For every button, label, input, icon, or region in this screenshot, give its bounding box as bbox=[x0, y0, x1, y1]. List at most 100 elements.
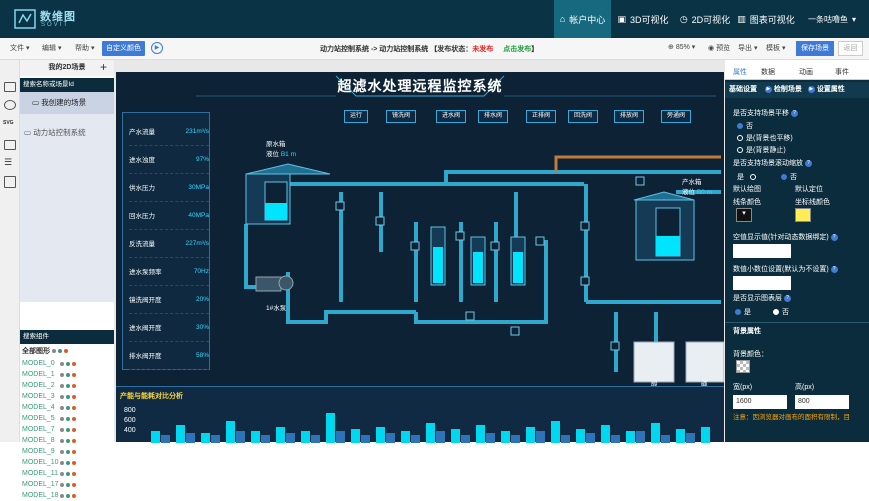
copy-icon[interactable] bbox=[4, 176, 16, 188]
pin-icon[interactable] bbox=[72, 383, 76, 388]
height-input[interactable]: 800 bbox=[795, 395, 849, 409]
preview-button[interactable]: ◉ 预览 bbox=[708, 43, 730, 53]
scada-scene[interactable]: 超滤水处理远程监控系统 产水流量 231m³/s 进水浊度 97% 供水压力 30MPa 回… bbox=[116, 72, 724, 443]
nav-chart-visualization[interactable]: ▥ 图表可视化 bbox=[735, 0, 797, 38]
pan-option-no[interactable]: 否 bbox=[737, 121, 753, 131]
zoom-select[interactable]: ⊕ 85% ▾ bbox=[668, 43, 695, 51]
pin-icon[interactable] bbox=[60, 383, 64, 388]
pan-option-bg-move[interactable]: 是(背景也平移) bbox=[737, 133, 793, 143]
pin-icon[interactable] bbox=[66, 372, 70, 377]
tab-properties[interactable]: 属性 bbox=[733, 67, 747, 77]
set-attr-link[interactable]: ▶ 设置属性 bbox=[807, 85, 845, 93]
zoom-option-yes[interactable]: 是 bbox=[737, 172, 759, 182]
pin-icon[interactable] bbox=[66, 460, 70, 465]
add-icon[interactable]: + bbox=[100, 60, 107, 74]
valve-button[interactable]: 旁通阀 bbox=[661, 110, 692, 123]
model-item[interactable]: MODEL_2 bbox=[22, 380, 112, 391]
pin-icon[interactable] bbox=[66, 471, 70, 476]
nav-2d-visualization[interactable]: ◷ 2D可视化 bbox=[675, 0, 735, 38]
play-icon[interactable]: ▶ bbox=[151, 42, 163, 54]
valve-button[interactable]: 进水阀 bbox=[436, 110, 467, 123]
model-item[interactable]: MODEL_8 bbox=[22, 435, 112, 446]
custom-color-button[interactable]: 自定义颜色 bbox=[102, 41, 145, 56]
template-menu[interactable]: 模板 ▾ bbox=[766, 43, 785, 53]
nav-account-center[interactable]: ⌂ 帐户中心 bbox=[554, 0, 611, 38]
pin-icon[interactable] bbox=[72, 460, 76, 465]
pin-icon[interactable] bbox=[60, 427, 64, 432]
pin-icon[interactable] bbox=[60, 460, 64, 465]
pin-icon[interactable] bbox=[72, 449, 76, 454]
pin-icon[interactable] bbox=[72, 471, 76, 476]
valve-button[interactable]: 镜洗阀 bbox=[386, 110, 417, 123]
layer-option-no[interactable]: 否 bbox=[773, 307, 789, 317]
pin-icon[interactable] bbox=[66, 416, 70, 421]
pin-icon[interactable] bbox=[60, 394, 64, 399]
nav-3d-visualization[interactable]: ▣ 3D可视化 bbox=[611, 0, 675, 38]
model-item[interactable]: MODEL_18 bbox=[22, 490, 112, 501]
pin-icon[interactable] bbox=[72, 416, 76, 421]
pin-icon[interactable] bbox=[66, 449, 70, 454]
pin-icon[interactable] bbox=[60, 416, 64, 421]
export-menu[interactable]: 导出 ▾ bbox=[738, 43, 757, 53]
line-color-swatch[interactable]: ▾ bbox=[736, 208, 752, 222]
empty-value-input[interactable] bbox=[733, 244, 791, 258]
tab-data[interactable]: 数据 bbox=[761, 67, 775, 77]
my-scenes-folder[interactable]: ▭ 我创建的场景 bbox=[20, 92, 114, 114]
scene-search-input[interactable]: 搜索名称或场景Id bbox=[20, 78, 114, 92]
pin-icon[interactable] bbox=[72, 482, 76, 487]
svg-icon[interactable]: SVG bbox=[3, 120, 14, 126]
model-item[interactable]: MODEL_11 bbox=[22, 468, 112, 479]
model-item[interactable]: MODEL_5 bbox=[22, 413, 112, 424]
pin-icon[interactable] bbox=[72, 394, 76, 399]
model-item[interactable]: MODEL_1 bbox=[22, 369, 112, 380]
pan-option-bg-still[interactable]: 是(背景静止) bbox=[737, 145, 786, 155]
valve-button[interactable]: 排放阀 bbox=[614, 110, 645, 123]
pin-icon[interactable] bbox=[66, 405, 70, 410]
model-item[interactable]: MODEL_3 bbox=[22, 391, 112, 402]
model-item[interactable]: MODEL_9 bbox=[22, 446, 112, 457]
detect-scene-link[interactable]: ▶ 检制场景 bbox=[764, 85, 802, 93]
pin-icon[interactable] bbox=[66, 427, 70, 432]
pin-icon[interactable] bbox=[72, 427, 76, 432]
valve-button[interactable]: 正排阀 bbox=[526, 110, 557, 123]
back-button[interactable]: 返回 bbox=[838, 41, 863, 56]
component-search-input[interactable]: 搜索组件 bbox=[20, 330, 114, 344]
pin-icon[interactable] bbox=[72, 493, 76, 498]
menu-edit[interactable]: 编辑 ▾ bbox=[42, 43, 61, 53]
pin-icon[interactable] bbox=[66, 493, 70, 498]
decimal-input[interactable] bbox=[733, 276, 791, 290]
pin-icon[interactable] bbox=[60, 471, 64, 476]
circle-icon[interactable] bbox=[4, 100, 16, 110]
menu-help[interactable]: 帮助 ▾ bbox=[75, 43, 94, 53]
zoom-option-no[interactable]: 否 bbox=[781, 172, 797, 182]
pin-icon[interactable] bbox=[66, 394, 70, 399]
menu-file[interactable]: 文件 ▾ bbox=[10, 43, 29, 53]
model-item[interactable]: MODEL_17 bbox=[22, 479, 112, 490]
tab-animation[interactable]: 动画 bbox=[799, 67, 813, 77]
valve-button[interactable]: 回洗阀 bbox=[568, 110, 599, 123]
pin-icon[interactable] bbox=[60, 405, 64, 410]
pin-icon[interactable] bbox=[60, 361, 64, 366]
model-item[interactable]: MODEL_0 bbox=[22, 358, 112, 369]
all-shapes-label[interactable]: 全部图形 bbox=[22, 346, 68, 356]
list-icon[interactable]: ☰ bbox=[4, 157, 12, 168]
monitor-icon[interactable] bbox=[4, 82, 16, 92]
pin-icon[interactable] bbox=[66, 361, 70, 366]
bg-color-swatch[interactable] bbox=[736, 360, 750, 373]
pin-icon[interactable] bbox=[60, 372, 64, 377]
pin-icon[interactable] bbox=[60, 449, 64, 454]
layer-option-yes[interactable]: 是 bbox=[735, 307, 751, 317]
publish-link[interactable]: 点击发布 bbox=[503, 46, 531, 53]
pin-icon[interactable] bbox=[66, 482, 70, 487]
pin-icon[interactable] bbox=[72, 361, 76, 366]
coord-color-swatch[interactable] bbox=[795, 208, 811, 222]
scene-item[interactable]: ▭ 动力站控制系统 bbox=[20, 127, 86, 138]
tab-events[interactable]: 事件 bbox=[835, 67, 849, 77]
pin-icon[interactable] bbox=[66, 383, 70, 388]
pin-icon[interactable] bbox=[72, 372, 76, 377]
valve-button[interactable]: 运行 bbox=[344, 110, 369, 123]
model-item[interactable]: MODEL_10 bbox=[22, 457, 112, 468]
pin-icon[interactable] bbox=[60, 493, 64, 498]
save-scene-button[interactable]: 保存场景 bbox=[796, 41, 834, 56]
pin-icon[interactable] bbox=[72, 405, 76, 410]
